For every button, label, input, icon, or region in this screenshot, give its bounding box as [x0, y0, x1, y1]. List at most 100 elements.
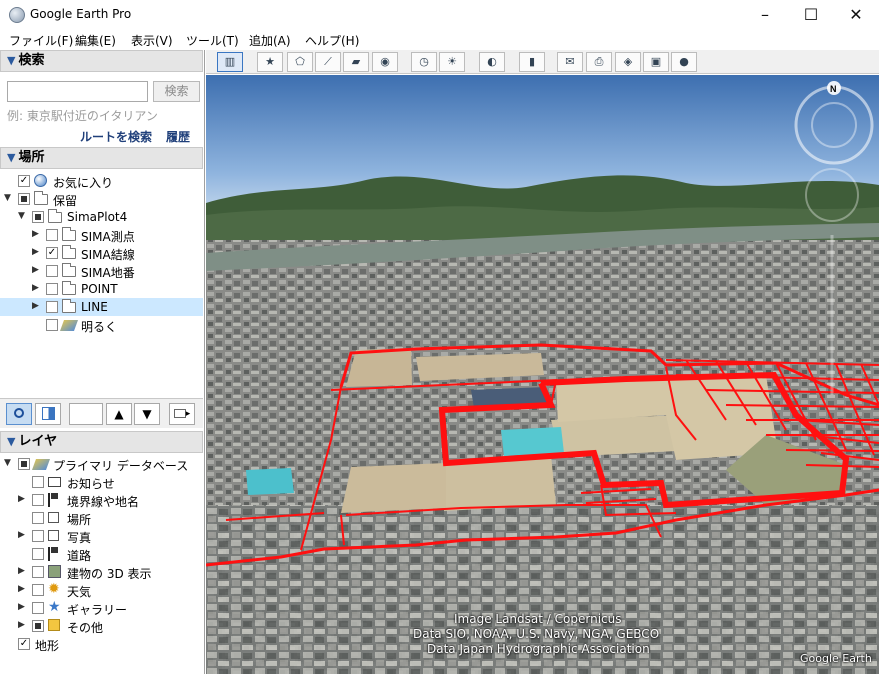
history-link[interactable]: 履歴: [166, 128, 190, 145]
menu-help[interactable]: ヘルプ(H): [305, 32, 359, 49]
visibility-checkbox[interactable]: [32, 566, 44, 578]
earth-community-button[interactable]: ●: [671, 52, 697, 72]
visibility-checkbox[interactable]: [32, 620, 44, 632]
transparency-button[interactable]: [35, 403, 61, 425]
layers-panel-header[interactable]: ▼ レイヤ: [0, 431, 203, 453]
expand-arrow-icon[interactable]: ▶: [18, 620, 25, 630]
transparency-slider[interactable]: [69, 403, 103, 425]
layers-item[interactable]: ▶ 写真: [0, 527, 203, 545]
view-in-maps-button[interactable]: ◈: [615, 52, 641, 72]
expand-arrow-icon[interactable]: ▶: [18, 584, 25, 594]
move-up-button[interactable]: ▲: [106, 403, 132, 425]
places-item[interactable]: ▶ POINT: [0, 280, 203, 298]
layers-item[interactable]: 場所: [0, 509, 203, 527]
search-button[interactable]: 検索: [153, 81, 200, 102]
historical-imagery-button[interactable]: ◷: [411, 52, 437, 72]
places-item[interactable]: 明るく: [0, 316, 203, 334]
visibility-checkbox[interactable]: [32, 494, 44, 506]
expand-arrow-icon[interactable]: ▶: [18, 494, 25, 504]
move-down-button[interactable]: ▼: [134, 403, 160, 425]
switch-planet-button[interactable]: ◐: [479, 52, 505, 72]
sunlight-button[interactable]: ☀: [439, 52, 465, 72]
ruler-button[interactable]: ▮: [519, 52, 545, 72]
collapse-triangle-icon: ▼: [7, 435, 16, 448]
collapse-arrow-icon[interactable]: ▼: [18, 211, 25, 221]
layers-item[interactable]: お知らせ: [0, 473, 203, 491]
earth-3d-view[interactable]: N Image Landsat / Copernicus Data SIO, N…: [206, 75, 879, 674]
places-item[interactable]: ▼ 保留: [0, 190, 203, 208]
collapse-arrow-icon[interactable]: ▼: [4, 458, 11, 468]
folder-icon: [173, 409, 186, 418]
visibility-checkbox[interactable]: [46, 265, 58, 277]
search-places-button[interactable]: [6, 403, 32, 425]
expand-arrow-icon[interactable]: ▶: [32, 301, 39, 311]
visibility-checkbox[interactable]: [32, 211, 44, 223]
print-button[interactable]: ⎙: [586, 52, 612, 72]
expand-arrow-icon[interactable]: ▶: [32, 283, 39, 293]
save-image-button[interactable]: ▣: [643, 52, 669, 72]
menu-add[interactable]: 追加(A): [249, 32, 291, 49]
layers-item[interactable]: 地形: [0, 635, 203, 653]
expand-arrow-icon[interactable]: ▶: [18, 602, 25, 612]
search-input[interactable]: [7, 81, 148, 102]
places-item[interactable]: お気に入り: [0, 172, 203, 190]
expand-arrow-icon[interactable]: ▶: [32, 229, 39, 239]
sidebar-toggle-button[interactable]: ▥: [217, 52, 243, 72]
add-placemark-button[interactable]: ★: [257, 52, 283, 72]
visibility-checkbox[interactable]: [32, 602, 44, 614]
map-scene[interactable]: N: [206, 75, 879, 674]
layers-item[interactable]: ▼ プライマリ データベース: [0, 455, 203, 473]
menu-tools[interactable]: ツール(T): [186, 32, 239, 49]
visibility-checkbox[interactable]: [32, 584, 44, 596]
visibility-checkbox[interactable]: [18, 458, 30, 470]
close-button[interactable]: ✕: [833, 0, 879, 30]
database-icon: [31, 459, 51, 470]
layers-item[interactable]: ▶ 建物の 3D 表示: [0, 563, 203, 581]
places-item[interactable]: ▶ SIMA結線: [0, 244, 203, 262]
record-tour-button[interactable]: ◉: [372, 52, 398, 72]
visibility-checkbox[interactable]: [18, 193, 30, 205]
get-directions-link[interactable]: ルートを検索: [80, 128, 152, 145]
star-icon: ★: [48, 599, 61, 615]
add-polygon-button[interactable]: ⬠: [287, 52, 313, 72]
road-icon: [48, 547, 58, 561]
add-overlay-button[interactable]: ▰: [343, 52, 369, 72]
collapse-triangle-icon: ▼: [7, 54, 16, 67]
layers-icon: [59, 320, 79, 331]
menu-edit[interactable]: 編集(E): [75, 32, 116, 49]
places-item[interactable]: ▶ SIMA測点: [0, 226, 203, 244]
visibility-checkbox[interactable]: [18, 175, 30, 187]
layers-item[interactable]: ▶ ★ ギャラリー: [0, 599, 203, 617]
layers-item[interactable]: ▶ ✹ 天気: [0, 581, 203, 599]
expand-arrow-icon[interactable]: ▶: [18, 530, 25, 540]
places-panel-header[interactable]: ▼ 場所: [0, 147, 203, 169]
visibility-checkbox[interactable]: [46, 247, 58, 259]
visibility-checkbox[interactable]: [46, 283, 58, 295]
menu-file[interactable]: ファイル(F): [9, 32, 73, 49]
layers-item[interactable]: ▶ その他: [0, 617, 203, 635]
places-item[interactable]: ▶ SIMA地番: [0, 262, 203, 280]
collapse-arrow-icon[interactable]: ▼: [4, 193, 11, 203]
places-item[interactable]: ▶ LINE: [0, 298, 203, 316]
minimize-button[interactable]: –: [742, 0, 788, 30]
visibility-checkbox[interactable]: [32, 512, 44, 524]
visibility-checkbox[interactable]: [18, 638, 30, 650]
expand-arrow-icon[interactable]: ▶: [32, 247, 39, 257]
menu-view[interactable]: 表示(V): [131, 32, 173, 49]
expand-arrow-icon[interactable]: ▶: [18, 566, 25, 576]
visibility-checkbox[interactable]: [46, 301, 58, 313]
add-path-button[interactable]: ⟋: [315, 52, 341, 72]
visibility-checkbox[interactable]: [32, 476, 44, 488]
maximize-button[interactable]: ☐: [788, 0, 834, 30]
expand-arrow-icon[interactable]: ▶: [32, 265, 39, 275]
visibility-checkbox[interactable]: [32, 548, 44, 560]
add-folder-button[interactable]: ▸: [169, 403, 195, 425]
search-panel-header[interactable]: ▼ 検索: [0, 50, 203, 72]
visibility-checkbox[interactable]: [46, 319, 58, 331]
visibility-checkbox[interactable]: [32, 530, 44, 542]
layers-item[interactable]: ▶ 境界線や地名: [0, 491, 203, 509]
places-item[interactable]: ▼ SimaPlot4: [0, 208, 203, 226]
visibility-checkbox[interactable]: [46, 229, 58, 241]
email-button[interactable]: ✉: [557, 52, 583, 72]
layers-item[interactable]: 道路: [0, 545, 203, 563]
